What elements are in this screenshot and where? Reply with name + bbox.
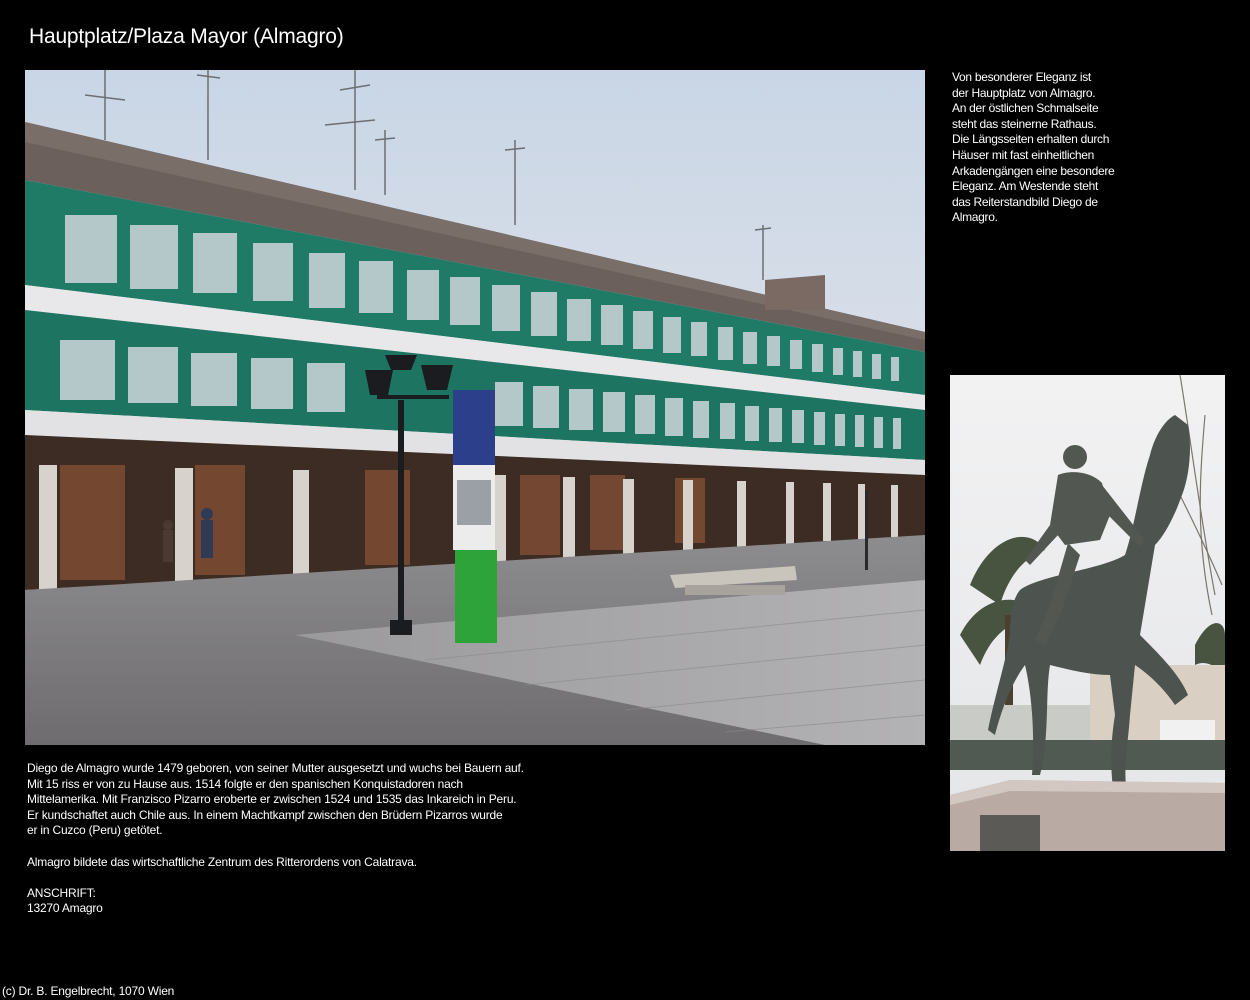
side-text-line: der Hauptplatz von Almagro. xyxy=(952,85,1096,100)
equestrian-statue-photo xyxy=(950,375,1225,851)
page-title: Hauptplatz/Plaza Mayor (Almagro) xyxy=(29,25,344,48)
side-text-line: Eleganz. Am Westende steht xyxy=(952,179,1099,194)
side-text-line: Von besonderer Eleganz ist xyxy=(952,70,1091,84)
body-text-line: Diego de Almagro wurde 1479 geboren, von… xyxy=(27,761,524,775)
side-text-line: Die Längsseiten erhalten durch xyxy=(952,132,1110,147)
side-text-line: Almagro. xyxy=(952,210,998,225)
body-text-line: Er kundschaftet auch Chile aus. In einem… xyxy=(27,807,503,822)
side-text-line: Arkadengängen eine besondere xyxy=(952,163,1115,178)
side-text-line: steht das steinerne Rathaus. xyxy=(952,116,1097,131)
body-text-line: Mit 15 riss er von zu Hause aus. 1514 fo… xyxy=(27,776,463,791)
body-text-line: er in Cuzco (Peru) getötet. xyxy=(27,823,163,838)
body-text-line xyxy=(27,839,627,855)
side-text-line: An der östlichen Schmalseite xyxy=(952,101,1099,116)
history-text: Diego de Almagro wurde 1479 geboren, von… xyxy=(27,761,627,917)
address-label: ANSCHRIFT: xyxy=(27,885,96,900)
plaza-mayor-photo xyxy=(25,70,925,745)
plaza-description: Von besonderer Eleganz ist der Hauptplat… xyxy=(952,70,1142,226)
address-value: 13270 Amagro xyxy=(27,901,103,916)
copyright-footer: (c) Dr. B. Engelbrecht, 1070 Wien xyxy=(2,984,175,998)
body-text-line: Almagro bildete das wirtschaftliche Zent… xyxy=(27,854,417,869)
body-text-line: Mittelamerika. Mit Franzisco Pizarro ero… xyxy=(27,792,517,807)
body-text-line xyxy=(27,870,627,886)
side-text-line: Häuser mit fast einheitlichen xyxy=(952,147,1095,162)
side-text-line: das Reiterstandbild Diego de xyxy=(952,194,1098,209)
